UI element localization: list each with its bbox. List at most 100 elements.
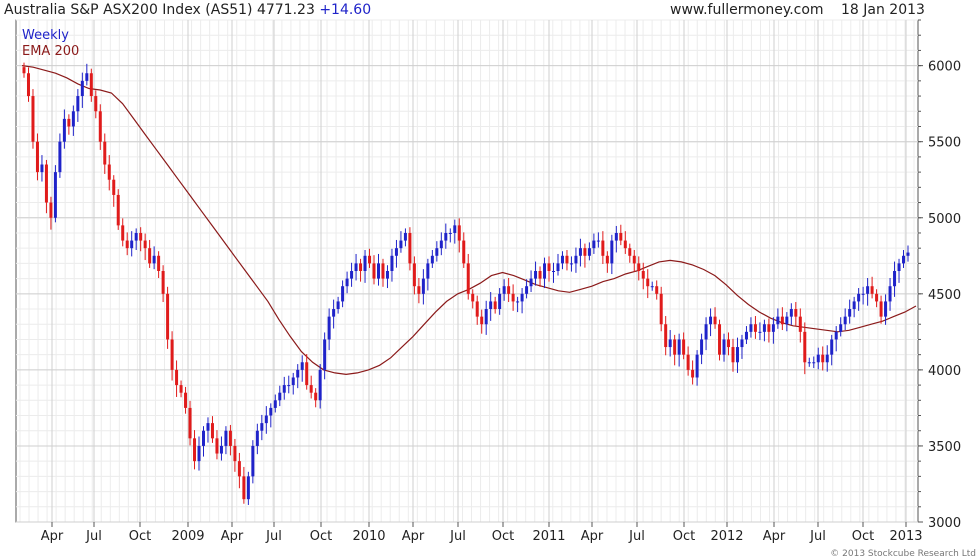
candle-body — [511, 293, 515, 302]
candle-body — [565, 255, 569, 264]
candle-body — [758, 331, 762, 333]
candle-body — [516, 301, 520, 303]
candle-body — [291, 377, 295, 386]
candle-body — [722, 339, 726, 355]
candle-body — [399, 240, 403, 249]
candle-body — [314, 392, 318, 401]
candle-body — [893, 271, 897, 287]
candle-body — [224, 430, 228, 446]
candle-body — [753, 324, 757, 332]
candle-body — [543, 263, 547, 279]
candle-body — [578, 248, 582, 256]
candle-body — [709, 316, 713, 325]
candle-body — [80, 80, 84, 97]
candle-body — [673, 339, 677, 355]
candle-body — [89, 73, 93, 97]
x-tick-label: 2011 — [532, 529, 565, 544]
candle-body — [902, 255, 906, 264]
candle-body — [538, 271, 542, 279]
candle-body — [121, 225, 125, 241]
candle-body — [457, 225, 461, 241]
candle-body — [58, 141, 62, 173]
candle-body — [619, 232, 623, 241]
candle-body — [507, 286, 511, 294]
x-tick-label: Apr — [41, 529, 64, 544]
candle-body — [251, 445, 255, 477]
candle-body — [587, 248, 591, 256]
candle-body — [201, 430, 205, 446]
candle-body — [381, 263, 385, 279]
candle-body — [637, 263, 641, 271]
candle-body — [691, 369, 695, 378]
candle-body — [623, 240, 627, 249]
candle-body — [601, 240, 605, 256]
candle-body — [816, 354, 820, 363]
candle-body — [282, 385, 286, 393]
candle-body — [40, 164, 44, 173]
candle-body — [412, 263, 416, 287]
candle-body — [713, 316, 717, 325]
candle-body — [309, 385, 313, 393]
candle-body — [821, 354, 825, 363]
candle-body — [408, 232, 412, 264]
candle-body — [31, 96, 35, 142]
candle-body — [480, 316, 484, 325]
candle-body — [848, 309, 852, 317]
candle-body — [471, 293, 475, 302]
candle-body — [67, 118, 71, 127]
candle-body — [228, 430, 232, 446]
candle-body — [762, 324, 766, 332]
candle-body — [646, 278, 650, 287]
candle-body — [489, 301, 493, 310]
candle-body — [556, 263, 560, 271]
candle-body — [776, 316, 780, 325]
candle-body — [184, 392, 188, 408]
candle-body — [614, 232, 618, 241]
candle-body — [735, 347, 739, 363]
candle-body — [305, 362, 309, 386]
candle-body — [731, 347, 735, 363]
candle-body — [659, 293, 663, 325]
candle-body — [866, 286, 870, 294]
candle-body — [780, 316, 784, 325]
candle-body — [336, 301, 340, 310]
candle-body — [148, 248, 152, 264]
candle-body — [789, 309, 793, 317]
candle-body — [888, 286, 892, 302]
candle-body — [677, 339, 681, 355]
candle-body — [269, 407, 273, 416]
candle-body — [843, 316, 847, 325]
candle-body — [668, 339, 672, 348]
candle-body — [134, 232, 138, 241]
candle-body — [897, 263, 901, 271]
candle-body — [71, 111, 75, 127]
candle-body — [798, 316, 802, 332]
candle-body — [354, 263, 358, 271]
candle-body — [875, 293, 879, 302]
x-tick-label: Oct — [492, 529, 514, 544]
candle-body — [233, 445, 237, 462]
candle-body — [273, 400, 277, 408]
candle-body — [363, 255, 367, 271]
candle-body — [215, 438, 219, 454]
candle-body — [529, 278, 533, 287]
candle-body — [246, 476, 250, 500]
candle-body — [125, 240, 129, 249]
candle-body — [345, 278, 349, 287]
candle-body — [394, 248, 398, 256]
candle-body — [462, 240, 466, 264]
candle-body — [493, 301, 497, 310]
candle-body — [771, 324, 775, 332]
y-tick-label: 5000 — [928, 212, 961, 227]
candle-body — [62, 118, 66, 142]
candle-body — [453, 225, 457, 233]
x-tick-label: Apr — [581, 529, 604, 544]
candle-body — [116, 194, 120, 226]
candle-body — [525, 286, 529, 294]
candle-body — [22, 67, 26, 74]
candle-body — [368, 255, 372, 264]
candle-body — [112, 179, 116, 195]
candle-body — [44, 164, 48, 203]
candle-body — [417, 286, 421, 294]
candle-body — [426, 263, 430, 279]
